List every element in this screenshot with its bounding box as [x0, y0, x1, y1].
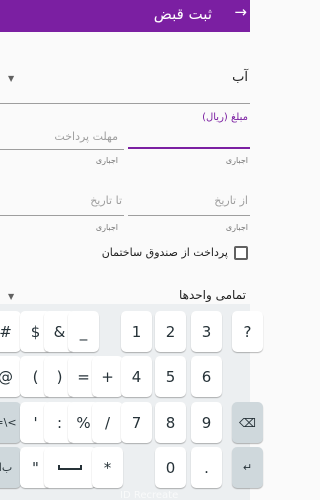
bill-form: ▼ آب مبلغ (ریال) اجباری مهلت پرداخت اجبا… — [0, 32, 250, 304]
units-value: تمامی واحدها — [178, 288, 246, 302]
enter-key[interactable]: ↵ — [232, 447, 263, 488]
backspace-icon: ⌫ — [239, 415, 256, 430]
numeric-keyboard: # $ & _ 1 2 3 ? @ ( ) = + 4 5 6 =\< ' : … — [0, 304, 263, 500]
symbols-toggle-key[interactable]: =\< — [0, 402, 21, 443]
dropdown-arrow-icon: ▼ — [8, 74, 15, 83]
key-question[interactable]: ? — [232, 311, 263, 352]
from-date-underline — [128, 215, 250, 216]
key-1[interactable]: 1 — [121, 311, 152, 352]
key-0[interactable]: 0 — [155, 447, 186, 488]
from-date-hint: از تاریخ — [214, 194, 248, 207]
dropdown-arrow-icon: ▼ — [8, 292, 15, 301]
amount-label: مبلغ (ریال) — [202, 112, 248, 123]
to-date-underline — [0, 215, 124, 216]
key-plus[interactable]: + — [92, 356, 123, 397]
key-7[interactable]: 7 — [121, 402, 152, 443]
key-3[interactable]: 3 — [191, 311, 222, 352]
key-underscore[interactable]: _ — [68, 311, 99, 352]
key-period[interactable]: . — [191, 447, 222, 488]
page-title: ثبت قبض — [153, 5, 212, 23]
key-asterisk[interactable]: * — [92, 447, 123, 488]
key-5[interactable]: 5 — [155, 356, 186, 397]
key-4[interactable]: 4 — [121, 356, 152, 397]
pay-from-fund-checkbox[interactable] — [234, 246, 248, 260]
back-arrow-icon[interactable]: → — [234, 3, 247, 21]
key-6[interactable]: 6 — [191, 356, 222, 397]
amount-underline — [128, 147, 250, 149]
to-date-hint: تا تاریخ — [90, 194, 122, 207]
app-bar: → ثبت قبض — [0, 0, 250, 32]
deadline-helper: اجباری — [95, 156, 118, 165]
nav-bar-text: ID Recreate — [120, 490, 179, 500]
amount-helper: اجباری — [225, 156, 248, 165]
key-hash[interactable]: # — [0, 311, 21, 352]
divider — [0, 103, 250, 104]
space-key[interactable] — [44, 447, 96, 488]
deadline-underline — [0, 149, 124, 150]
enter-icon: ↵ — [242, 461, 253, 474]
key-9[interactable]: 9 — [191, 402, 222, 443]
backspace-key[interactable]: ⌫ — [232, 402, 263, 443]
key-at[interactable]: @ — [0, 356, 21, 397]
deadline-hint: مهلت پرداخت — [54, 130, 118, 143]
bill-type-value: آب — [232, 70, 248, 85]
pay-from-fund-row[interactable]: پرداخت از صندوق ساختمان — [0, 246, 250, 262]
pay-from-fund-label: پرداخت از صندوق ساختمان — [101, 246, 228, 259]
key-2[interactable]: 2 — [155, 311, 186, 352]
to-date-helper: اجباری — [95, 223, 118, 232]
language-toggle-key[interactable]: ب‌ا — [0, 447, 21, 488]
key-slash[interactable]: / — [92, 402, 123, 443]
from-date-helper: اجباری — [225, 223, 248, 232]
space-bar-icon — [58, 465, 82, 470]
key-8[interactable]: 8 — [155, 402, 186, 443]
